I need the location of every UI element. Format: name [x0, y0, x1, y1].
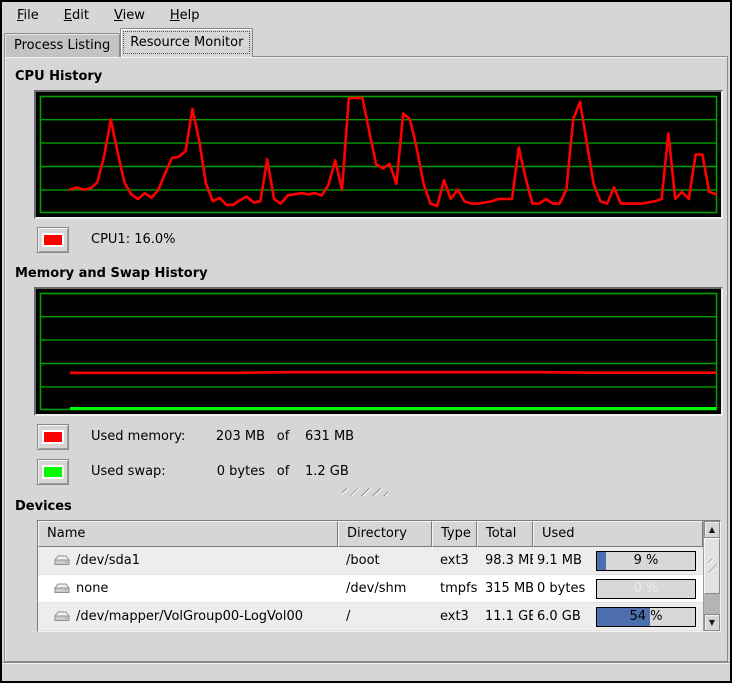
scrollbar-trough[interactable] [704, 538, 720, 614]
disk-icon [54, 611, 70, 623]
resource-monitor-panel: CPU History CPU1: 16.0% Memory and Swap … [4, 56, 728, 662]
cpu-history-plot [36, 92, 721, 217]
memory-legend-text: Used memory: 203 MB of 631 MB [91, 429, 371, 444]
progress-label: 54 % [597, 608, 695, 626]
swap-of-label: of [265, 464, 301, 479]
swap-legend: Used swap: 0 bytes of 1.2 GB [37, 458, 717, 485]
memory-swap-heading: Memory and Swap History [15, 266, 717, 281]
menu-file-label: File [17, 8, 39, 23]
menu-file[interactable]: File [8, 5, 48, 26]
disk-icon [54, 555, 70, 567]
swap-legend-text: Used swap: 0 bytes of 1.2 GB [91, 464, 371, 479]
device-name: none [76, 581, 108, 596]
devices-table: Name Directory Type Total Used /dev/sda1 [37, 520, 721, 632]
column-header-name[interactable]: Name [38, 521, 338, 547]
memory-color-swatch [42, 430, 64, 444]
menu-help[interactable]: Help [161, 5, 209, 26]
device-total: 11.1 GB [477, 603, 533, 630]
progress-label: 0 % [597, 580, 695, 598]
device-type: ext3 [432, 603, 477, 630]
devices-heading: Devices [15, 499, 717, 514]
scroll-down-button[interactable]: ▼ [704, 614, 720, 631]
arrow-down-icon: ▼ [709, 618, 715, 627]
memory-total-value: 631 MB [301, 429, 371, 444]
tab-resource-monitor[interactable]: Resource Monitor [120, 28, 253, 57]
swap-color-button[interactable] [37, 459, 69, 485]
system-monitor-window: File Edit View Help Process Listing Reso… [0, 0, 732, 683]
menu-edit[interactable]: Edit [55, 5, 98, 26]
cpu1-legend-label: CPU1: 16.0% [91, 232, 176, 247]
device-used: 6.0 GB [537, 609, 581, 624]
device-total: 98.3 MB [477, 547, 533, 574]
column-header-type[interactable]: Type [432, 521, 477, 547]
scrollbar-thumb[interactable] [704, 538, 720, 594]
arrow-up-icon: ▲ [709, 525, 715, 534]
cpu1-color-button[interactable] [37, 227, 69, 253]
status-bar [2, 662, 730, 681]
swap-total-value: 1.2 GB [301, 464, 371, 479]
device-row-volgroup[interactable]: /dev/mapper/VolGroup00-LogVol00 / ext3 1… [38, 603, 703, 631]
memory-swap-plot [36, 289, 721, 414]
vertical-scrollbar[interactable]: ▲ ▼ [703, 521, 720, 631]
device-name: /dev/sda1 [76, 553, 140, 568]
menu-view[interactable]: View [105, 5, 154, 26]
swap-color-swatch [42, 465, 64, 479]
column-header-directory[interactable]: Directory [338, 521, 432, 547]
memory-of-label: of [265, 429, 301, 444]
progress-label: 9 % [597, 552, 695, 570]
device-row-none[interactable]: none /dev/shm tmpfs 315 MB 0 bytes 0 % [38, 575, 703, 603]
tab-bar: Process Listing Resource Monitor [2, 28, 730, 57]
swap-used-value: 0 bytes [203, 464, 265, 479]
device-total: 315 MB [477, 575, 533, 602]
cpu-history-heading: CPU History [15, 69, 717, 84]
cpu-legend: CPU1: 16.0% [37, 226, 717, 253]
memory-color-button[interactable] [37, 424, 69, 450]
menu-edit-label: Edit [64, 8, 89, 23]
device-type: tmpfs [432, 575, 477, 602]
device-directory: /dev/shm [338, 575, 432, 602]
memory-legend-label: Used memory: [91, 429, 203, 444]
device-used-progressbar: 0 % [596, 579, 696, 599]
menu-help-label: Help [170, 8, 200, 23]
device-row-sda1[interactable]: /dev/sda1 /boot ext3 98.3 MB 9.1 MB 9 % [38, 547, 703, 575]
cpu-history-graph [34, 90, 723, 219]
swap-legend-label: Used swap: [91, 464, 203, 479]
scroll-up-button[interactable]: ▲ [704, 521, 720, 538]
device-used-progressbar: 9 % [596, 551, 696, 571]
memory-used-value: 203 MB [203, 429, 265, 444]
tab-process-listing[interactable]: Process Listing [4, 33, 120, 57]
used-memory-line [70, 372, 716, 373]
menu-view-label: View [114, 8, 145, 23]
device-used: 9.1 MB [537, 553, 582, 568]
memory-legend: Used memory: 203 MB of 631 MB [37, 423, 717, 450]
cpu1-color-swatch [42, 233, 64, 247]
device-directory: /boot [338, 547, 432, 574]
devices-table-header: Name Directory Type Total Used [38, 521, 703, 547]
device-directory: / [338, 603, 432, 630]
column-header-used[interactable]: Used [533, 521, 703, 547]
device-used-progressbar: 54 % [596, 607, 696, 627]
memory-swap-graph [34, 287, 723, 416]
disk-icon [54, 583, 70, 595]
device-type: ext3 [432, 547, 477, 574]
column-header-total[interactable]: Total [477, 521, 533, 547]
device-used: 0 bytes [537, 581, 585, 596]
device-name: /dev/mapper/VolGroup00-LogVol00 [76, 609, 303, 624]
pane-resize-grip[interactable] [342, 488, 388, 496]
menu-bar: File Edit View Help [2, 2, 730, 28]
